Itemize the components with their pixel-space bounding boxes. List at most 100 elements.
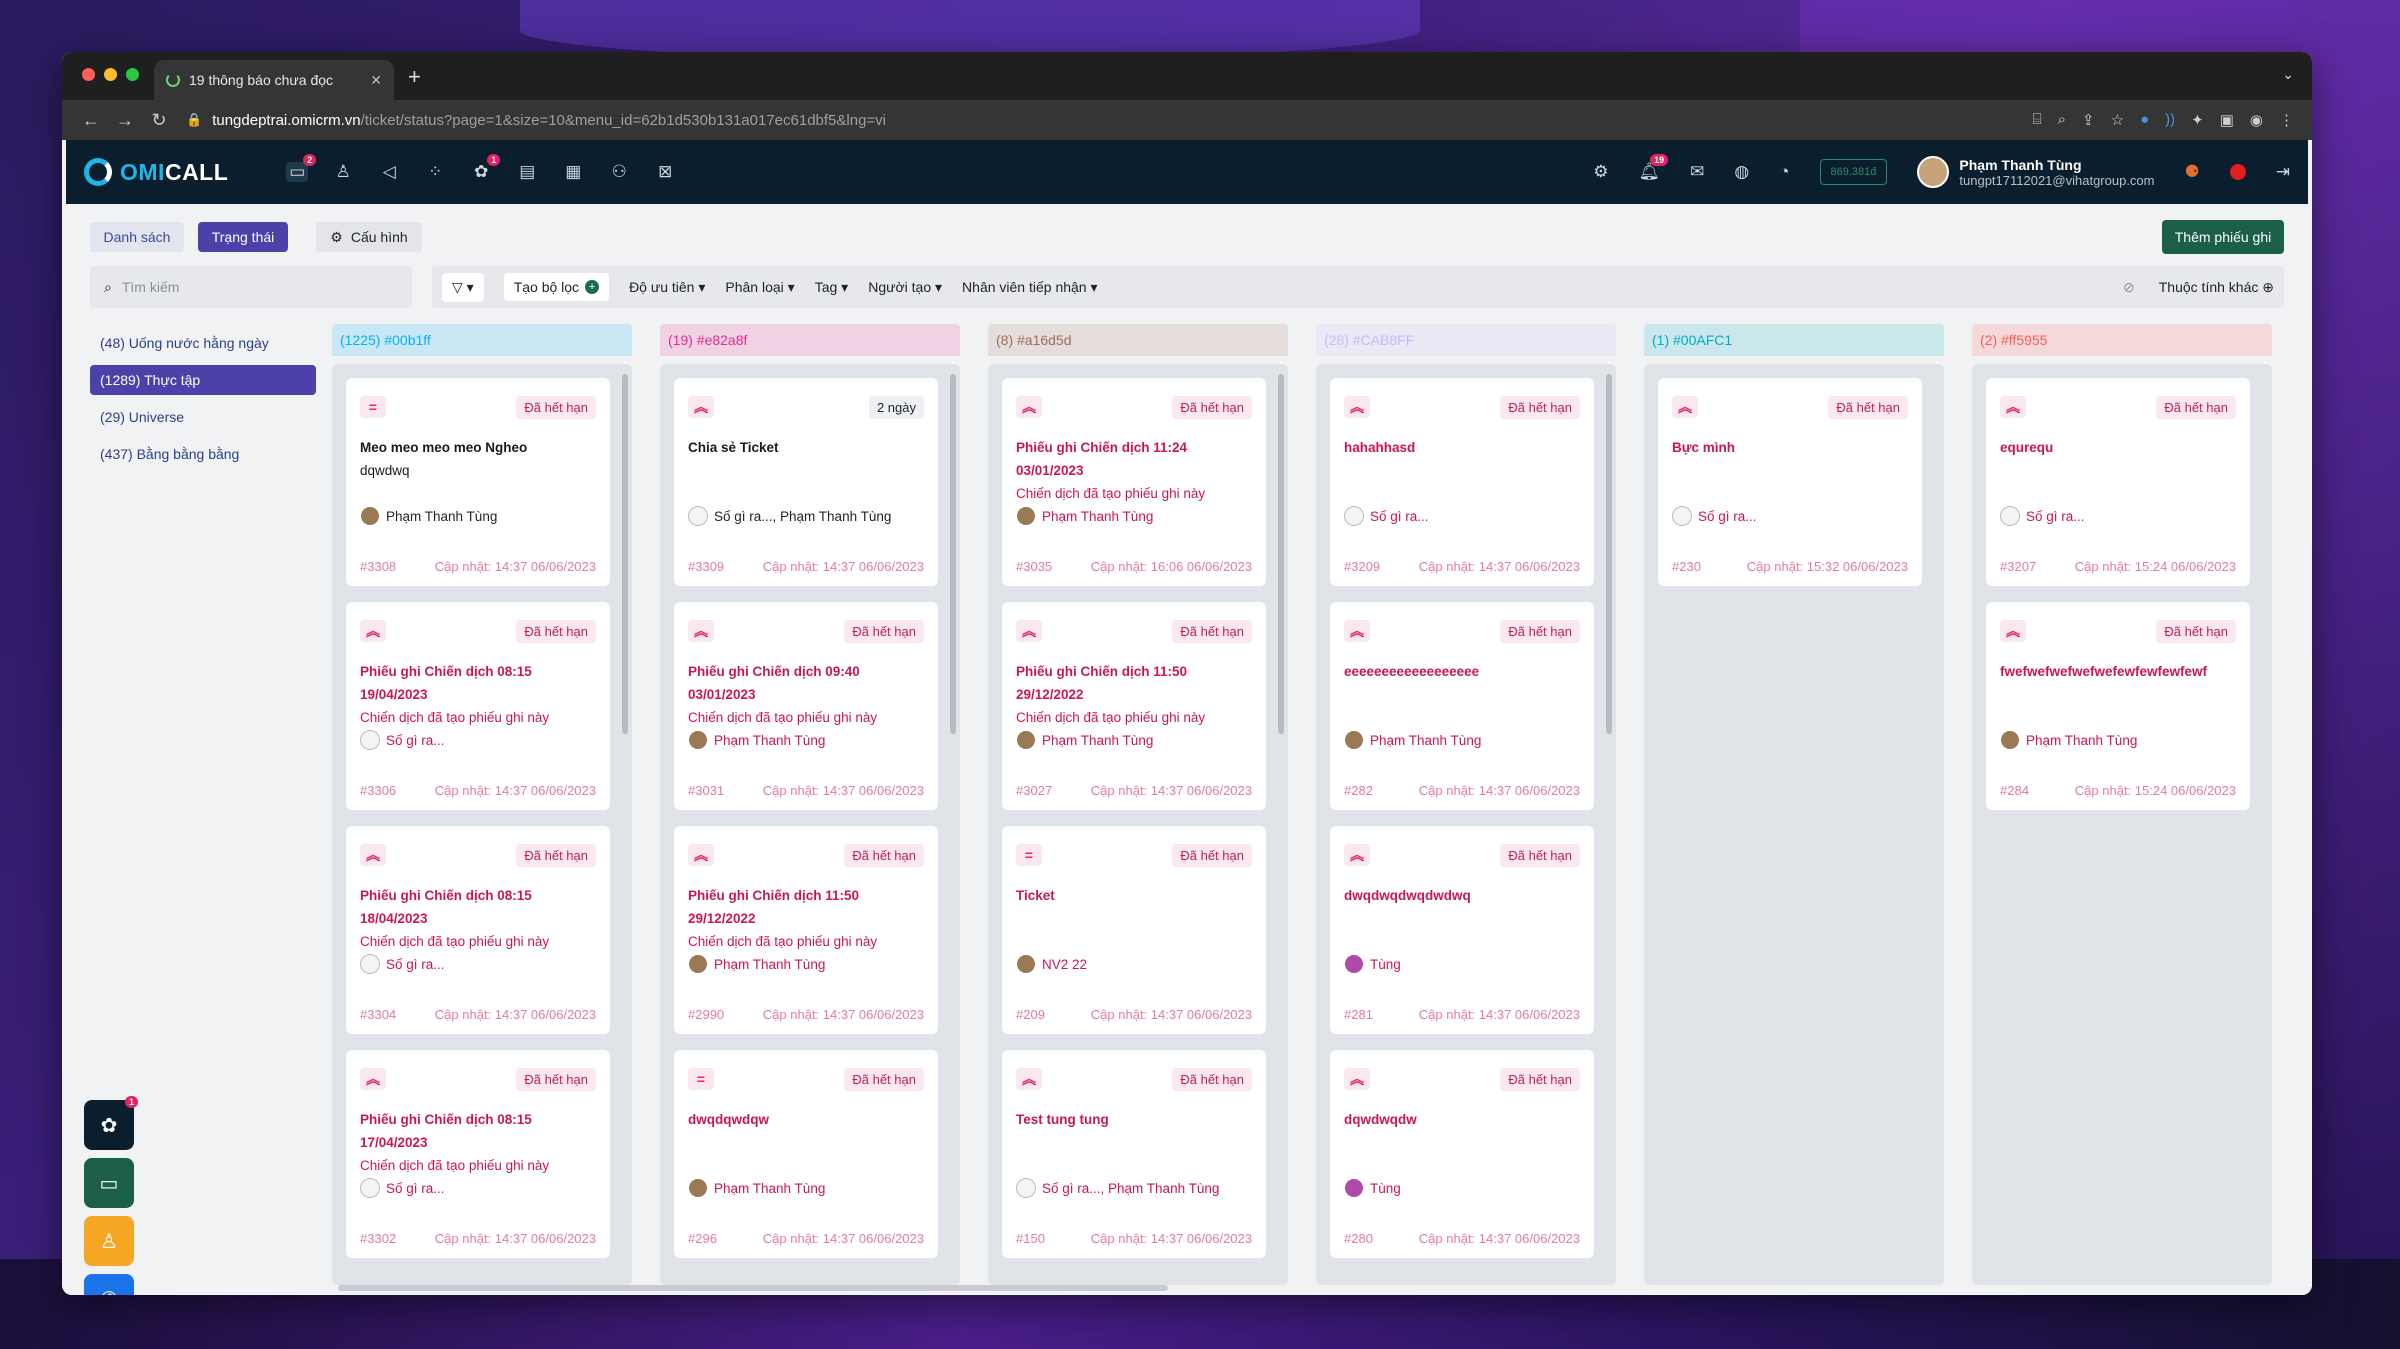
minimize-window-button[interactable] (104, 68, 117, 81)
user-menu[interactable]: Phạm Thanh Tùng tungpt17112021@vihatgrou… (1917, 156, 2155, 188)
org-chart-icon[interactable]: ⚇ (608, 162, 630, 182)
ticket-card[interactable]: ︽ Đã hết hạn Bực mình Số gì ra... #230 Cập nh… (1658, 378, 1922, 586)
clear-filter-icon[interactable]: ⊘ (2123, 279, 2135, 296)
search-input[interactable]: ⌕ Tìm kiếm (90, 266, 412, 308)
ticket-card[interactable]: ︽ Đã hết hạn Phiếu ghi Chiến dịch 08:15 17… (346, 1050, 610, 1258)
ticket-card[interactable]: ︽ Đã hết hạn fwefwefwefwefwefewfewfewfewf P… (1986, 602, 2250, 810)
avatar (688, 1178, 708, 1198)
column-header[interactable]: (8) #a16d5d (988, 324, 1288, 356)
ticket-card[interactable]: ︽ 2 ngày Chia sẻ Ticket Số gì ra..., Phạm T… (674, 378, 938, 586)
ticket-card[interactable]: ︽ Đã hết hạn Phiếu ghi Chiến dịch 11:50 29… (1002, 602, 1266, 810)
forward-icon[interactable]: → (108, 110, 142, 131)
category-dropdown[interactable]: Phân loại ▾ (725, 279, 794, 296)
ticket-dock-button[interactable]: ▭ (84, 1158, 134, 1208)
omicall-logo[interactable]: OMI CALL (84, 158, 228, 186)
ticket-card[interactable]: ︽ Đã hết hạn Test tung tung Số gì ra..., Ph… (1002, 1050, 1266, 1258)
ticket-card[interactable]: ︽ Đã hết hạn Phiếu ghi Chiến dịch 09:40 03… (674, 602, 938, 810)
call-dock-button[interactable]: ✆ (84, 1274, 134, 1295)
tag-dropdown[interactable]: Tag ▾ (815, 279, 849, 296)
apps-icon[interactable]: ▦ (562, 162, 584, 182)
theme-icon[interactable]: ⚈ (2185, 162, 2200, 182)
add-ticket-button[interactable]: Thêm phiếu ghi (2162, 220, 2284, 254)
avatar (2000, 730, 2020, 750)
contact-dock-button[interactable]: ♙ (84, 1216, 134, 1266)
column-scrollbar[interactable] (1606, 374, 1612, 734)
status-view-button[interactable]: Trạng thái (198, 222, 288, 252)
extension-blue-icon[interactable]: ● (2140, 111, 2149, 129)
close-window-button[interactable] (82, 68, 95, 81)
ticket-card[interactable]: ︽ Đã hết hạn eeeeeeeeeeeeeeeeee Phạm Thanh … (1330, 602, 1594, 810)
ticket-card[interactable]: ︽ Đã hết hạn Phiếu ghi Chiến dịch 08:15 18… (346, 826, 610, 1034)
logout-icon[interactable]: ⇥ (2276, 162, 2290, 182)
automation-icon[interactable]: ⁘ (424, 162, 446, 182)
sidebar-item-uong-nuoc[interactable]: (48) Uống nước hằng ngày (90, 328, 316, 358)
assignee-dropdown[interactable]: Nhân viên tiếp nhận ▾ (962, 279, 1097, 296)
mail-pro-icon[interactable]: ✉ (1690, 162, 1704, 182)
close-tab-icon[interactable]: ✕ (370, 72, 382, 89)
tab-search-icon[interactable]: ⌄ (2282, 66, 2294, 83)
balance-badge[interactable]: 869.381đ (1819, 159, 1888, 185)
ticket-card[interactable]: ︽ Đã hết hạn equrequ Số gì ra... #3207 Cập nh… (1986, 378, 2250, 586)
ticket-card[interactable]: ︽ Đã hết hạn Phiếu ghi Chiến dịch 11:50 29… (674, 826, 938, 1034)
priority-dropdown[interactable]: Độ ưu tiên ▾ (629, 279, 705, 296)
puzzle-icon[interactable]: ✦ (2191, 111, 2204, 129)
filter-funnel-button[interactable]: ▽ ▾ (442, 272, 484, 302)
support-icon[interactable]: ✿ 1 (470, 154, 501, 182)
ticket-card[interactable]: ︽ Đã hết hạn hahahhasd Số gì ra... #3209 Cập … (1330, 378, 1594, 586)
translate-icon[interactable]: ⌸ (2033, 111, 2042, 129)
bell-icon[interactable]: 🔔︎ 19 (1639, 154, 1669, 182)
ticket-title: Phiếu ghi Chiến dịch 09:40 03/01/2023 (688, 664, 860, 702)
zoom-icon[interactable]: ⌕ (2058, 111, 2066, 129)
loading-icon (166, 73, 180, 87)
list-view-button[interactable]: Danh sách (90, 222, 184, 252)
profile-icon[interactable]: ◉ (2250, 111, 2263, 129)
recording-status-icon[interactable] (2229, 164, 2246, 180)
sidebar-icon[interactable]: ▣ (2220, 111, 2234, 129)
url-input[interactable]: 🔒 tungdeptrai.omicrm.vn /ticket/status?p… (186, 105, 2019, 135)
report-icon[interactable]: ▤ (516, 162, 538, 182)
column-header[interactable]: (19) #e82a8f (660, 324, 960, 356)
contact-icon[interactable]: ♙ (332, 162, 354, 182)
ticket-card[interactable]: ︽ Đã hết hạn Phiếu ghi Chiến dịch 11:24 03… (1002, 378, 1266, 586)
ticket-card[interactable]: = Đã hết hạn Meo meo meo meo Ngheo dqwdwq Ph… (346, 378, 610, 586)
analytics-icon[interactable]: ⊠ (654, 162, 676, 182)
reload-icon[interactable]: ↻ (142, 110, 176, 131)
avatar (688, 954, 708, 974)
column-header[interactable]: (2) #ff5955 (1972, 324, 2272, 356)
extension-wave-icon[interactable]: )) (2165, 111, 2175, 129)
sidebar-item-universe[interactable]: (29) Universe (90, 402, 316, 432)
support-dock-button[interactable]: ✿ 1 (84, 1096, 138, 1150)
sidebar-item-bang-bang[interactable]: (437) Bằng bằng bằng (90, 439, 316, 469)
module-nav: ▭ 2 ♙ ◁ ⁘ ✿ 1 ▤ ▦ ⚇ ⊠ (286, 154, 676, 182)
ticket-card[interactable]: ︽ Đã hết hạn Phiếu ghi Chiến dịch 08:15 19… (346, 602, 610, 810)
column-header[interactable]: (1225) #00b1ff (332, 324, 632, 356)
other-attributes-button[interactable]: Thuộc tính khác ⊕ (2159, 279, 2274, 296)
globe-icon[interactable]: ◍ (1734, 162, 1749, 182)
create-filter-button[interactable]: Tạo bộ lọc + (503, 273, 610, 301)
column-header[interactable]: (28) #CAB8FF (1316, 324, 1616, 356)
campaign-icon[interactable]: ◁ (378, 162, 400, 182)
config-button[interactable]: ⚙ Cấu hình (316, 222, 422, 252)
browser-tab[interactable]: 19 thông báo chưa đọc ✕ (154, 60, 394, 100)
column-scrollbar[interactable] (1278, 374, 1284, 734)
ticket-assignee: Số gì ra... (2000, 506, 2085, 526)
share-icon[interactable]: ⇪ (2082, 111, 2095, 129)
ticket-card[interactable]: ︽ Đã hết hạn dwqdwqdwqdwdwq Tùng #281 Cập nhậ… (1330, 826, 1594, 1034)
ticket-card[interactable]: ︽ Đã hết hạn dqwdwqdw Tùng #280 Cập nhật: 14:… (1330, 1050, 1594, 1258)
ticket-card[interactable]: = Đã hết hạn Ticket NV2 22 #209 Cập nhật: 14:… (1002, 826, 1266, 1034)
new-tab-icon[interactable]: + (408, 64, 421, 90)
chat-icon[interactable]: ◔ (1779, 162, 1789, 182)
zoom-window-button[interactable] (126, 68, 139, 81)
ticket-card[interactable]: = Đã hết hạn dwqdqwdqw Phạm Thanh Tùng #296 C… (674, 1050, 938, 1258)
column-header[interactable]: (1) #00AFC1 (1644, 324, 1944, 356)
sidebar-item-thuc-tap[interactable]: (1289) Thực tập (90, 365, 316, 395)
column-scrollbar[interactable] (622, 374, 628, 734)
ticket-icon[interactable]: ▭ 2 (286, 154, 317, 182)
horizontal-scrollbar[interactable] (338, 1285, 1168, 1291)
back-icon[interactable]: ← (74, 110, 108, 131)
bookmark-star-icon[interactable]: ☆ (2111, 111, 2124, 129)
menu-kebab-icon[interactable]: ⋮ (2279, 111, 2294, 129)
settings-icon[interactable]: ⚙ (1593, 162, 1608, 182)
column-scrollbar[interactable] (950, 374, 956, 734)
creator-dropdown[interactable]: Người tạo ▾ (868, 279, 942, 296)
